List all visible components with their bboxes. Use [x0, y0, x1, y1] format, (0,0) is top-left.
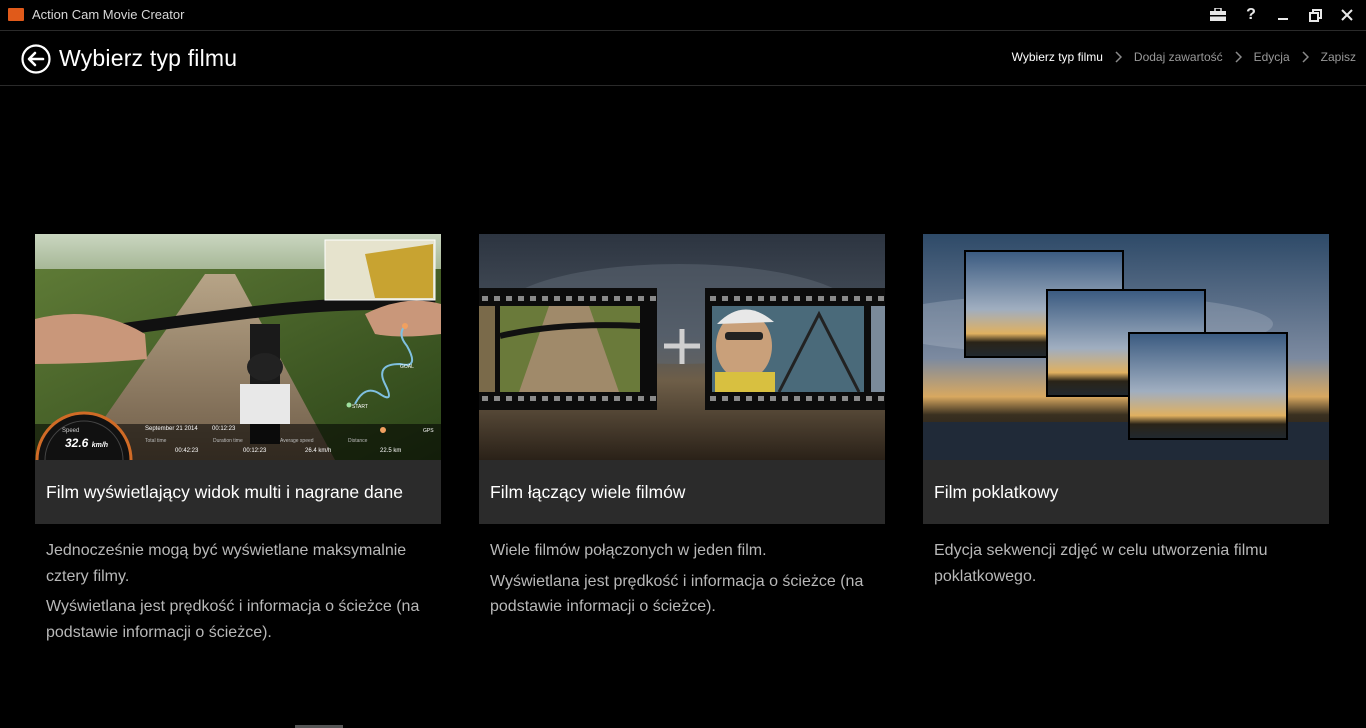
- app-logo-icon: [8, 8, 24, 21]
- clock-text: 00:12:23: [212, 426, 236, 432]
- restore-icon[interactable]: [1304, 4, 1326, 26]
- stat-avg-speed-value: 26.4 km/h: [305, 448, 332, 454]
- back-arrow-icon: [21, 44, 51, 74]
- chevron-right-icon: [1115, 51, 1122, 63]
- description-line: Jednocześnie mogą być wyświetlane maksym…: [46, 542, 407, 585]
- thumbnail-timelapse[interactable]: [923, 234, 1329, 460]
- title-bar: Action Cam Movie Creator ?: [0, 0, 1366, 31]
- speed-number: 32.6: [65, 436, 89, 450]
- page-header: Wybierz typ filmu Wybierz typ filmu Doda…: [0, 31, 1366, 86]
- card-description: Jednocześnie mogą być wyświetlane maksym…: [46, 538, 436, 645]
- card-description: Edycja sekwencji zdjęć w celu utworzenia…: [934, 538, 1324, 589]
- card-timelapse[interactable]: Film poklatkowy Edycja sekwencji zdjęć w…: [923, 234, 1329, 594]
- card-title: Film wyświetlający widok multi i nagrane…: [46, 481, 403, 502]
- app-title: Action Cam Movie Creator: [32, 7, 185, 22]
- page-title: Wybierz typ filmu: [59, 45, 238, 71]
- thumbnail-combine-movies[interactable]: [479, 234, 885, 460]
- description-line: Wyświetlana jest prędkość i informacja o…: [490, 572, 864, 616]
- card-title-bar[interactable]: Film wyświetlający widok multi i nagrane…: [35, 460, 441, 524]
- thumbnail-multi-view[interactable]: Speed 32.6 km/h September 21 2014 00:12:…: [35, 234, 441, 460]
- breadcrumb-step-edit: Edycja: [1253, 50, 1290, 64]
- start-label: START: [352, 404, 368, 410]
- stat-distance-value: 22.5 km: [380, 448, 402, 454]
- chevron-right-icon: [1302, 51, 1309, 63]
- toolbox-icon[interactable]: [1207, 4, 1229, 26]
- stat-total-time-label: Total time: [145, 438, 167, 444]
- card-title: Film łączący wiele filmów: [490, 481, 686, 502]
- breadcrumb-step-add-content: Dodaj zawartość: [1133, 50, 1223, 64]
- breadcrumb-step-select-type: Wybierz typ filmu: [1011, 50, 1103, 64]
- card-title: Film poklatkowy: [934, 481, 1059, 502]
- speed-unit: km/h: [91, 442, 109, 449]
- stat-duration-value: 00:12:23: [243, 448, 267, 454]
- speed-value: 32.6 km/h: [65, 436, 108, 450]
- stat-avg-speed-label: Average speed: [280, 438, 314, 444]
- minimize-icon[interactable]: [1272, 4, 1294, 26]
- chevron-right-icon: [1235, 51, 1242, 63]
- breadcrumb-step-save: Zapisz: [1320, 50, 1356, 64]
- help-icon[interactable]: ?: [1240, 4, 1262, 26]
- description-line: Wiele filmów połączonych w jeden film.: [490, 542, 767, 559]
- breadcrumb: Wybierz typ filmu Dodaj zawartość Edycja…: [1012, 50, 1356, 64]
- card-multi-view[interactable]: Speed 32.6 km/h September 21 2014 00:12:…: [35, 234, 441, 650]
- card-combine-movies[interactable]: Film łączący wiele filmów Wiele filmów p…: [479, 234, 885, 625]
- card-title-bar[interactable]: Film poklatkowy: [923, 460, 1329, 524]
- goal-label: GOAL: [400, 364, 414, 370]
- stat-total-time-value: 00:42:23: [175, 448, 199, 454]
- speed-label: Speed: [62, 428, 80, 434]
- close-icon[interactable]: [1336, 4, 1358, 26]
- description-line: Wyświetlana jest prędkość i informacja o…: [46, 598, 420, 641]
- stat-distance-label: Distance: [348, 438, 368, 444]
- date-text: September 21 2014: [145, 426, 198, 432]
- description-line: Edycja sekwencji zdjęć w celu utworzenia…: [934, 542, 1268, 585]
- back-button[interactable]: [21, 44, 51, 74]
- card-title-bar[interactable]: Film łączący wiele filmów: [479, 460, 885, 524]
- card-description: Wiele filmów połączonych w jeden film. W…: [490, 538, 880, 620]
- gps-label: GPS: [423, 428, 434, 434]
- stat-duration-label: Duration time: [213, 438, 243, 444]
